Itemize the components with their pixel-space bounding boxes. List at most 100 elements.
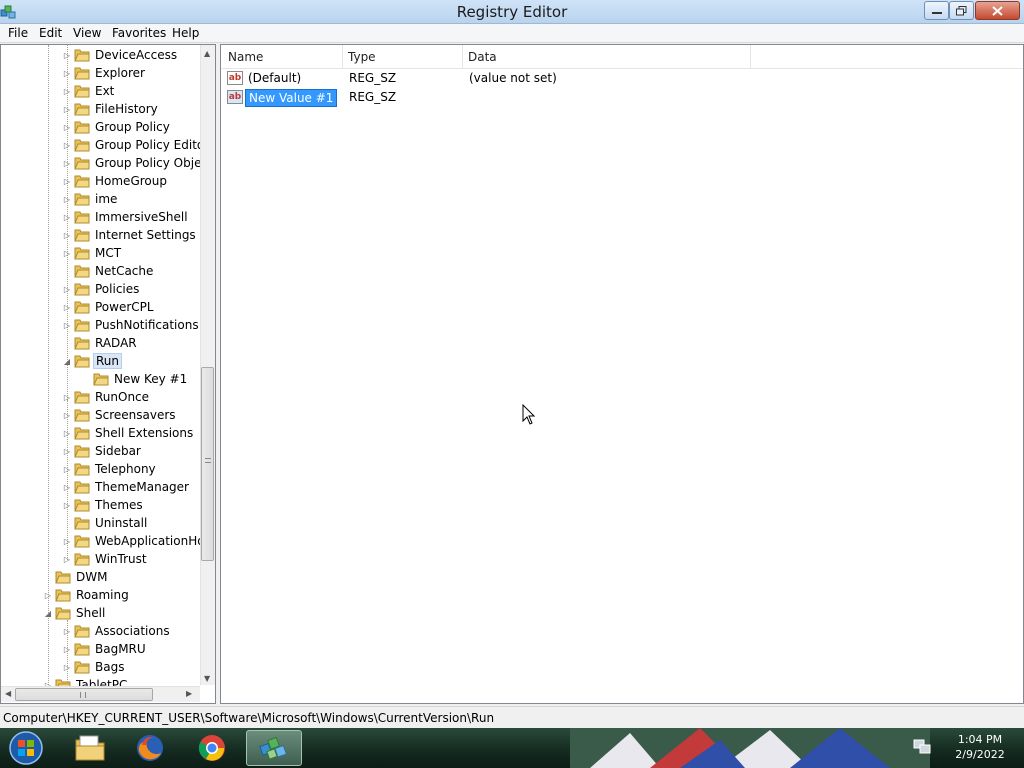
tree-node[interactable]: ▷ RunOnce: [62, 388, 151, 406]
column-header-data[interactable]: Data: [468, 50, 497, 64]
expand-arrow-icon[interactable]: ▷: [62, 303, 72, 312]
tree-node[interactable]: RADAR: [62, 334, 139, 352]
tree-node[interactable]: ▷ Telephony: [62, 460, 158, 478]
registry-tree[interactable]: ▷ DeviceAccess ▷ Explorer ▷ Ext ▷ FileHistory ▷ G…: [0, 44, 216, 704]
system-clock[interactable]: 1:04 PM 2/9/2022: [944, 732, 1016, 762]
expand-arrow-icon[interactable]: ▷: [62, 231, 72, 240]
scroll-down-arrow-icon[interactable]: ▼: [204, 674, 210, 683]
expand-arrow-icon[interactable]: ▷: [62, 249, 72, 258]
tree-node[interactable]: ▷ Shell Extensions: [62, 424, 195, 442]
expand-arrow-icon[interactable]: ▷: [62, 429, 72, 438]
tree-vertical-scrollbar[interactable]: [200, 45, 215, 685]
close-button[interactable]: [975, 1, 1020, 20]
column-divider[interactable]: [462, 45, 463, 69]
column-divider[interactable]: [342, 45, 343, 69]
column-header-type[interactable]: Type: [348, 50, 376, 64]
tree-horizontal-scroll-thumb[interactable]: [15, 688, 153, 701]
minimize-button[interactable]: [924, 1, 949, 20]
taskbar-file-explorer[interactable]: [62, 730, 118, 766]
expand-arrow-icon[interactable]: ▷: [62, 645, 72, 654]
expand-arrow-icon[interactable]: ▷: [62, 177, 72, 186]
expand-arrow-icon[interactable]: ▷: [62, 195, 72, 204]
tree-node[interactable]: ▷ DeviceAccess: [62, 46, 179, 64]
values-list[interactable]: Name Type Data ab (Default) REG_SZ (valu…: [220, 44, 1024, 704]
expand-arrow-icon[interactable]: ▷: [62, 447, 72, 456]
value-row-default[interactable]: ab (Default) REG_SZ (value not set): [221, 70, 1023, 88]
tree-node[interactable]: ▷ Ext: [62, 82, 116, 100]
tree-node[interactable]: Uninstall: [62, 514, 149, 532]
collapse-arrow-icon[interactable]: ◢: [62, 357, 72, 366]
menu-edit[interactable]: Edit: [39, 26, 62, 40]
tree-node[interactable]: ▷ ime: [62, 190, 119, 208]
scroll-left-arrow-icon[interactable]: ◀: [5, 689, 11, 698]
scroll-right-arrow-icon[interactable]: ▶: [186, 689, 192, 698]
tree-node[interactable]: ▷ Policies: [62, 280, 141, 298]
taskbar: 1:04 PM 2/9/2022: [0, 728, 1024, 768]
taskbar-firefox[interactable]: [122, 730, 178, 766]
tree-vertical-scroll-thumb[interactable]: [201, 367, 214, 561]
tree-node[interactable]: ▷ Group Policy Objec: [62, 154, 210, 172]
tree-node[interactable]: ▷ Themes: [62, 496, 145, 514]
tree-node[interactable]: ▷ Bags: [62, 658, 126, 676]
tree-node[interactable]: ▷ Sidebar: [62, 442, 143, 460]
title-bar[interactable]: Registry Editor: [0, 0, 1024, 24]
expand-arrow-icon[interactable]: ▷: [62, 105, 72, 114]
expand-arrow-icon[interactable]: ▷: [62, 663, 72, 672]
tree-node[interactable]: ▷ PushNotifications: [62, 316, 201, 334]
expand-arrow-icon[interactable]: ▷: [62, 537, 72, 546]
collapse-arrow-icon[interactable]: ◢: [43, 609, 53, 618]
tree-node[interactable]: ▷ MCT: [62, 244, 123, 262]
menu-file[interactable]: File: [8, 26, 28, 40]
column-divider[interactable]: [750, 45, 751, 69]
tree-node[interactable]: ▷ ImmersiveShell: [62, 208, 190, 226]
tree-node[interactable]: ▷ FileHistory: [62, 100, 160, 118]
menu-help[interactable]: Help: [172, 26, 199, 40]
network-icon[interactable]: [912, 738, 932, 756]
expand-arrow-icon[interactable]: ▷: [62, 555, 72, 564]
tree-node[interactable]: DWM: [43, 568, 109, 586]
tree-node[interactable]: ▷ Explorer: [62, 64, 147, 82]
tree-node[interactable]: NetCache: [62, 262, 155, 280]
tree-node[interactable]: ▷ Group Policy: [62, 118, 172, 136]
tree-node[interactable]: ▷ Roaming: [43, 586, 131, 604]
tree-node[interactable]: New Key #1: [81, 370, 189, 388]
tree-node[interactable]: ▷ WebApplicationHo: [62, 532, 207, 550]
tree-node[interactable]: ▷ PowerCPL: [62, 298, 156, 316]
tree-node[interactable]: ▷ Associations: [62, 622, 172, 640]
taskbar-chrome[interactable]: [184, 730, 240, 766]
tree-node[interactable]: ▷ Internet Settings: [62, 226, 198, 244]
value-name-edit-box[interactable]: New Value #1: [245, 89, 338, 107]
expand-arrow-icon[interactable]: ▷: [62, 483, 72, 492]
expand-arrow-icon[interactable]: ▷: [62, 69, 72, 78]
tree-node[interactable]: ▷ ThemeManager: [62, 478, 191, 496]
expand-arrow-icon[interactable]: ▷: [62, 51, 72, 60]
tree-node[interactable]: ▷ HomeGroup: [62, 172, 169, 190]
tree-node[interactable]: ▷ BagMRU: [62, 640, 148, 658]
expand-arrow-icon[interactable]: ▷: [62, 627, 72, 636]
expand-arrow-icon[interactable]: ▷: [62, 141, 72, 150]
expand-arrow-icon[interactable]: ▷: [62, 87, 72, 96]
expand-arrow-icon[interactable]: ▷: [62, 213, 72, 222]
scroll-up-arrow-icon[interactable]: ▲: [204, 49, 210, 58]
expand-arrow-icon[interactable]: ▷: [62, 123, 72, 132]
expand-arrow-icon[interactable]: ▷: [62, 159, 72, 168]
expand-arrow-icon[interactable]: ▷: [62, 501, 72, 510]
expand-arrow-icon[interactable]: ▷: [43, 591, 53, 600]
start-button[interactable]: [6, 730, 46, 766]
tree-node[interactable]: ▷ WinTrust: [62, 550, 149, 568]
expand-arrow-icon[interactable]: ▷: [62, 465, 72, 474]
restore-button[interactable]: [949, 1, 974, 20]
menu-view[interactable]: View: [73, 26, 101, 40]
expand-arrow-icon[interactable]: ▷: [62, 411, 72, 420]
tree-node[interactable]: ▷ Screensavers: [62, 406, 178, 424]
expand-arrow-icon[interactable]: ▷: [62, 285, 72, 294]
expand-arrow-icon[interactable]: ▷: [62, 321, 72, 330]
tree-node[interactable]: ▷ Group Policy Editor: [62, 136, 211, 154]
menu-favorites[interactable]: Favorites: [112, 26, 166, 40]
column-header-name[interactable]: Name: [228, 50, 263, 64]
tree-node[interactable]: ◢ Shell: [43, 604, 107, 622]
taskbar-registry-editor[interactable]: [246, 730, 302, 766]
expand-arrow-icon[interactable]: ▷: [62, 393, 72, 402]
tree-node[interactable]: ◢ Run: [62, 352, 123, 370]
value-row-new-value[interactable]: ab New Value #1 REG_SZ: [221, 89, 1023, 107]
